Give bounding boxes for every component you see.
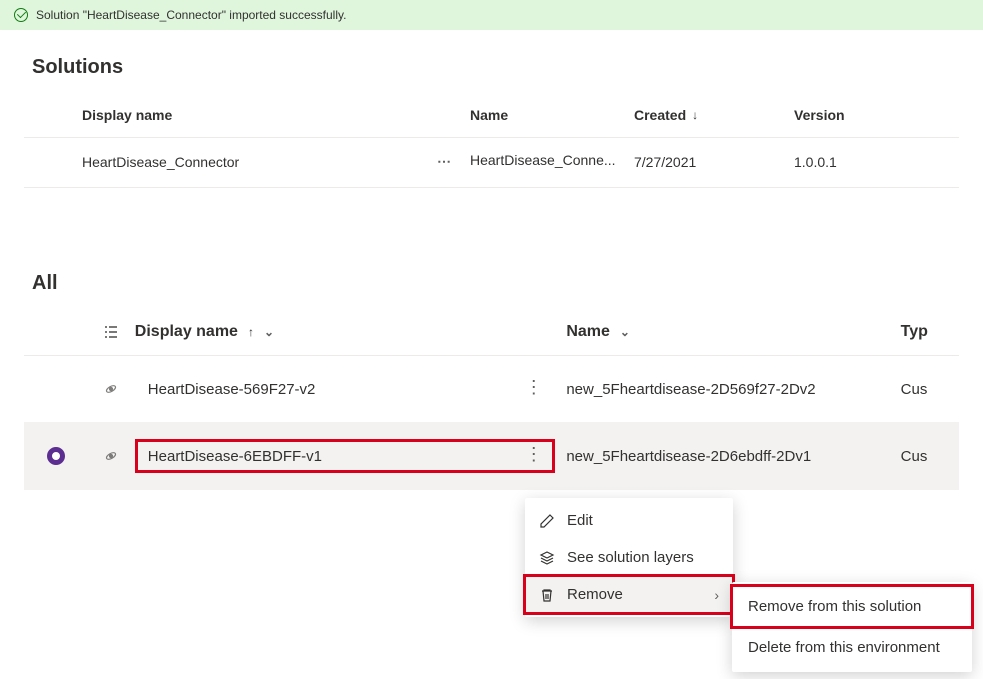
menu-layers-label: See solution layers	[567, 549, 719, 566]
connector-icon	[88, 448, 135, 464]
component-display-name: HeartDisease-6EBDFF-v1	[148, 448, 522, 465]
col-created-label: Created	[634, 107, 686, 123]
sort-asc-icon: ↑	[248, 325, 254, 339]
submenu-remove-from-solution[interactable]: Remove from this solution	[732, 586, 972, 627]
component-type: Cus	[901, 448, 959, 465]
comp-col-display-label: Display name	[135, 323, 238, 341]
component-type: Cus	[901, 381, 959, 398]
chevron-down-icon[interactable]: ⌄	[264, 325, 274, 339]
comp-col-name-label: Name	[566, 323, 610, 341]
submenu-delete-label: Delete from this environment	[748, 639, 956, 656]
radio-checked-icon	[47, 447, 65, 465]
all-heading: All	[0, 188, 983, 309]
more-actions-vertical-icon[interactable]: ⋮	[522, 378, 546, 400]
list-type-icon[interactable]	[88, 324, 135, 340]
col-name[interactable]: Name	[470, 107, 634, 123]
menu-layers[interactable]: See solution layers	[525, 539, 733, 576]
solutions-table: Display name Name Created ↓ Version Hear…	[0, 93, 983, 188]
components-header: Display name ↑ ⌄ Name ⌄ Typ	[24, 309, 959, 356]
solution-display-name: HeartDisease_Connector	[82, 154, 437, 170]
submenu-remove-label: Remove from this solution	[748, 598, 956, 615]
menu-remove[interactable]: Remove ›	[525, 576, 733, 613]
solution-name: HeartDisease_Conne...	[470, 152, 616, 168]
comp-col-type[interactable]: Typ	[901, 323, 959, 341]
chevron-right-icon: ›	[714, 587, 719, 603]
more-actions-icon[interactable]: ⋯	[437, 153, 470, 170]
component-row-selected[interactable]: HeartDisease-6EBDFF-v1 ⋮ new_5Fheartdise…	[24, 423, 959, 490]
component-name: new_5Fheartdisease-2D6ebdff-2Dv1	[566, 448, 900, 465]
submenu: Remove from this solution Delete from th…	[732, 582, 972, 672]
trash-icon	[539, 587, 555, 603]
solutions-heading: Solutions	[0, 30, 983, 93]
comp-col-display[interactable]: Display name ↑ ⌄	[135, 323, 567, 341]
more-actions-vertical-icon[interactable]: ⋮	[522, 445, 546, 467]
highlight-annotation: HeartDisease-6EBDFF-v1 ⋮	[135, 439, 555, 473]
col-version[interactable]: Version	[794, 107, 954, 123]
solutions-table-header: Display name Name Created ↓ Version	[24, 93, 959, 138]
menu-remove-label: Remove	[567, 586, 702, 603]
submenu-delete-from-environment[interactable]: Delete from this environment	[732, 627, 972, 668]
connector-icon	[88, 381, 135, 397]
col-created[interactable]: Created ↓	[634, 107, 794, 123]
edit-icon	[539, 513, 555, 529]
component-display-name: HeartDisease-569F27-v2	[148, 381, 522, 398]
col-display-name[interactable]: Display name	[82, 107, 470, 123]
row-select-checked[interactable]	[24, 447, 88, 465]
components-table: Display name ↑ ⌄ Name ⌄ Typ HeartDisease…	[0, 309, 983, 490]
component-row[interactable]: HeartDisease-569F27-v2 ⋮ new_5Fheartdise…	[24, 356, 959, 423]
success-icon	[14, 8, 28, 22]
solutions-table-row[interactable]: HeartDisease_Connector ⋯ HeartDisease_Co…	[24, 138, 959, 188]
chevron-down-icon[interactable]: ⌄	[620, 325, 630, 339]
solution-version: 1.0.0.1	[794, 154, 954, 170]
menu-edit-label: Edit	[567, 512, 719, 529]
notification-message: Solution "HeartDisease_Connector" import…	[36, 8, 346, 22]
layers-icon	[539, 550, 555, 566]
solution-created: 7/27/2021	[634, 154, 794, 170]
component-name: new_5Fheartdisease-2D569f27-2Dv2	[566, 381, 900, 398]
comp-col-name[interactable]: Name ⌄	[566, 323, 900, 341]
notification-bar: Solution "HeartDisease_Connector" import…	[0, 0, 983, 30]
sort-desc-icon: ↓	[692, 108, 698, 122]
context-menu: Edit See solution layers Remove ›	[525, 498, 733, 617]
menu-edit[interactable]: Edit	[525, 502, 733, 539]
